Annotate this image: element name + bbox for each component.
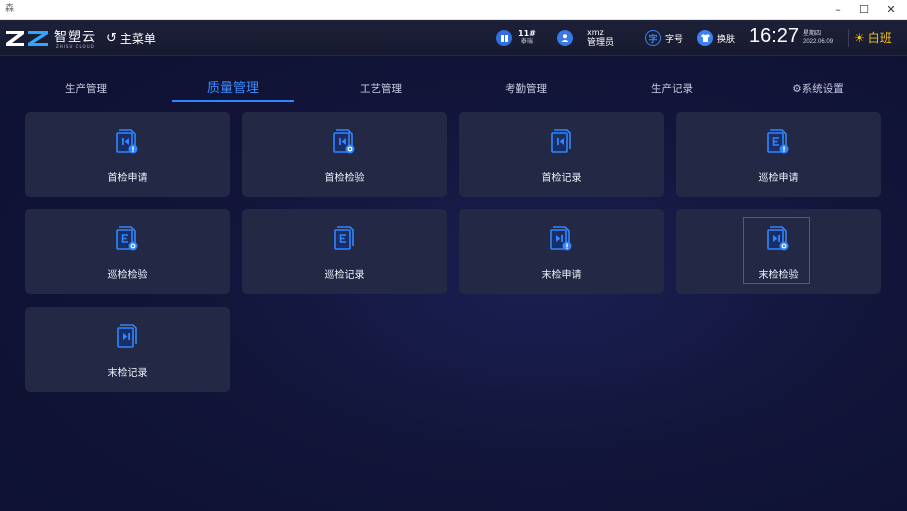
tile-first-inspection-apply[interactable]: 首检申请: [25, 112, 230, 197]
tab-attendance-management[interactable]: 考勤管理: [454, 78, 598, 102]
tab-system-settings[interactable]: ⚙系统设置: [746, 78, 890, 102]
user-avatar-icon: [557, 30, 573, 46]
date-block: 星期四 2022.06.09: [803, 29, 833, 47]
station-name: 泰瑞: [520, 38, 533, 45]
back-arrow-icon: ↺: [106, 30, 117, 46]
font-size-button[interactable]: 字 字号: [645, 28, 683, 48]
tile-label: 首检记录: [541, 173, 582, 184]
maximize-button[interactable]: ☐: [852, 0, 876, 20]
brand-subtitle: ZHISU CLOUD: [56, 44, 95, 49]
tab-process-management[interactable]: 工艺管理: [309, 78, 453, 102]
weekday: 星期四: [803, 30, 822, 37]
tile-label: 巡检检验: [107, 270, 148, 281]
app-header: 智塑云 ZHISU CLOUD ↺ 主菜单 11# 泰瑞 xmz 管理员 字 字…: [0, 20, 907, 56]
tshirt-icon: [697, 30, 713, 46]
app-window-icon: 森: [5, 4, 15, 14]
tile-patrol-inspection-apply[interactable]: 巡检申请: [676, 112, 881, 197]
station-indicator[interactable]: 11# 泰瑞: [496, 28, 536, 48]
first-inspection-record-icon: [551, 129, 571, 153]
close-button[interactable]: ✕: [879, 0, 903, 20]
main-menu-label: 主菜单: [119, 31, 156, 46]
tile-label: 巡检申请: [758, 173, 799, 184]
sun-icon: ☀: [854, 30, 865, 45]
tile-final-inspection-check[interactable]: 末检检验: [676, 209, 881, 294]
main-menu-button[interactable]: ↺ 主菜单: [106, 29, 156, 47]
minimize-button[interactable]: –: [826, 0, 850, 20]
final-inspection-apply-icon: [550, 226, 572, 251]
shift-label: 白班: [867, 31, 892, 45]
first-inspection-check-icon: [333, 129, 355, 154]
tile-label: 首检检验: [324, 173, 365, 184]
clock-time: 16:27: [749, 25, 800, 47]
tile-label: 巡检记录: [324, 270, 365, 281]
tile-patrol-inspection-record[interactable]: 巡检记录: [242, 209, 447, 294]
date: 2022.06.09: [803, 39, 834, 45]
tab-production-records[interactable]: 生产记录: [600, 78, 744, 102]
active-tab-underline: [172, 100, 294, 102]
patrol-inspection-apply-icon: [767, 129, 789, 154]
user-name: xmz: [587, 28, 604, 37]
font-size-label: 字号: [665, 34, 684, 45]
tab-production-management[interactable]: 生产管理: [14, 78, 158, 102]
tile-final-inspection-apply[interactable]: 末检申请: [459, 209, 664, 294]
user-role: 管理员: [587, 38, 615, 48]
tile-patrol-inspection-check[interactable]: 巡检检验: [25, 209, 230, 294]
module-tabs: 生产管理 质量管理 工艺管理 考勤管理 生产记录 ⚙系统设置: [14, 78, 894, 104]
user-indicator[interactable]: xmz 管理员: [557, 28, 614, 48]
tile-first-inspection-check[interactable]: 首检检验: [242, 112, 447, 197]
tab-quality-management[interactable]: 质量管理: [172, 78, 294, 102]
final-inspection-record-icon: [117, 324, 137, 348]
tile-first-inspection-record[interactable]: 首检记录: [459, 112, 664, 197]
tile-label: 末检记录: [107, 368, 148, 379]
tile-final-inspection-record[interactable]: 末检记录: [25, 307, 230, 392]
shift-indicator[interactable]: ☀ 白班: [854, 29, 892, 46]
patrol-inspection-check-icon: [116, 226, 138, 251]
brand-name: 智塑云: [54, 30, 97, 45]
station-code: 11#: [518, 29, 536, 38]
skin-button[interactable]: 换肤: [697, 28, 735, 48]
window-title-bar: 森 – ☐ ✕: [0, 0, 907, 20]
machine-icon: [496, 30, 512, 46]
patrol-inspection-record-icon: [334, 226, 354, 250]
tile-label: 末检申请: [541, 270, 582, 281]
header-divider: [848, 29, 849, 47]
skin-label: 换肤: [717, 34, 736, 45]
zhisu-logo-icon: [6, 31, 48, 46]
first-inspection-apply-icon: [116, 129, 138, 154]
selection-highlight: [743, 217, 810, 284]
tile-label: 首检申请: [107, 173, 148, 184]
font-size-icon: 字: [645, 30, 661, 46]
